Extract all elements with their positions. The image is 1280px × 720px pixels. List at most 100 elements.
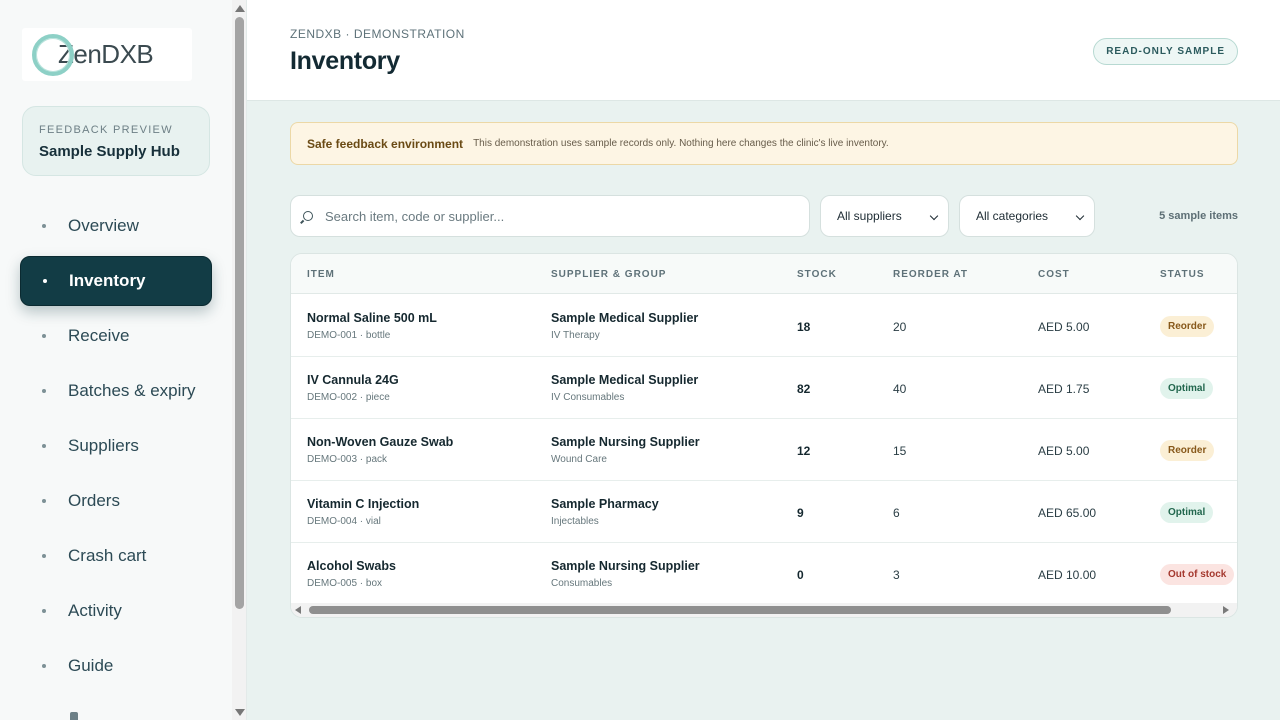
column-header-status[interactable]: STATUS	[1160, 269, 1205, 280]
bullet-icon	[42, 554, 46, 558]
stock-value: 0	[797, 568, 804, 582]
sidebar-item-label: Guide	[68, 656, 114, 675]
sidebar-item-label: Orders	[68, 491, 120, 510]
supplier-name: Sample Nursing Supplier	[551, 435, 700, 449]
sidebar-item-batches-expiry[interactable]: Batches & expiry	[20, 366, 212, 416]
hub-title: Sample Supply Hub	[39, 143, 180, 160]
item-name: IV Cannula 24G	[307, 373, 399, 387]
hub-card: FEEDBACK PREVIEW Sample Supply Hub	[22, 106, 210, 176]
sidebar-item-guide[interactable]: Guide	[20, 641, 212, 691]
reorder-value: 6	[893, 506, 900, 520]
hub-eyebrow: FEEDBACK PREVIEW	[39, 124, 173, 136]
sidebar-item-overview[interactable]: Overview	[20, 201, 212, 251]
bullet-icon	[42, 444, 46, 448]
bullet-icon	[42, 334, 46, 338]
bullet-icon	[42, 224, 46, 228]
sidebar-scrollbar[interactable]	[232, 0, 246, 720]
inventory-table: ITEM SUPPLIER & GROUP STOCK REORDER AT C…	[290, 253, 1238, 618]
supplier-name: Sample Medical Supplier	[551, 373, 699, 387]
supplier-cell: Sample Nursing Supplier Wound Care	[551, 435, 700, 465]
sidebar-item-label: Receive	[68, 326, 130, 345]
sidebar-nav: Overview Inventory Receive Batches & exp…	[20, 201, 212, 696]
item-cell: Non-Woven Gauze Swab DEMO-003 · pack	[307, 435, 453, 465]
column-header-supplier[interactable]: SUPPLIER & GROUP	[551, 269, 666, 280]
notice-title: Safe feedback environment	[307, 136, 464, 151]
supplier-group: IV Consumables	[551, 392, 625, 403]
item-code: DEMO-003 · pack	[307, 454, 388, 465]
item-name: Normal Saline 500 mL	[307, 311, 437, 325]
stock-value: 12	[797, 444, 811, 458]
cost-value: AED 10.00	[1038, 568, 1097, 582]
search-input[interactable]	[325, 208, 795, 224]
sidebar-item-suppliers[interactable]: Suppliers	[20, 421, 212, 471]
status-badge: Out of stock	[1160, 564, 1235, 585]
column-header-reorder[interactable]: REORDER AT	[893, 269, 968, 280]
column-header-stock[interactable]: STOCK	[797, 269, 837, 280]
supplier-group: Consumables	[551, 578, 613, 589]
column-header-item[interactable]: ITEM	[307, 269, 335, 280]
notice-text: This demonstration uses sample records o…	[473, 138, 889, 149]
table-row[interactable]: Vitamin C Injection DEMO-004 · vial Sampl…	[291, 481, 1237, 543]
item-code: DEMO-001 · bottle	[307, 330, 391, 341]
sidebar-item-receive[interactable]: Receive	[20, 311, 212, 361]
supplier-cell: Sample Nursing Supplier Consumables	[551, 559, 700, 589]
logo-ring-icon	[32, 33, 74, 76]
sidebar: ZenDXB FEEDBACK PREVIEW Sample Supply Hu…	[0, 0, 247, 720]
sidebar-item-label: Overview	[68, 216, 139, 235]
supplier-group: IV Therapy	[551, 330, 600, 341]
status-badge: Optimal	[1160, 378, 1214, 399]
sidebar-item-label: Batches & expiry	[68, 381, 196, 400]
item-cell: Alcohol Swabs DEMO-005 · box	[307, 559, 396, 589]
reorder-value: 3	[893, 568, 900, 582]
scrollbar-thumb[interactable]	[235, 17, 244, 609]
search-box[interactable]	[290, 195, 810, 237]
chevron-down-icon	[1075, 211, 1085, 221]
category-select[interactable]: All categories	[959, 195, 1095, 237]
item-cell: Vitamin C Injection DEMO-004 · vial	[307, 497, 419, 527]
table-row[interactable]: Alcohol Swabs DEMO-005 · box Sample Nursi…	[291, 543, 1237, 605]
stock-value: 9	[797, 506, 804, 520]
sidebar-item-label: Crash cart	[68, 546, 147, 565]
supplier-cell: Sample Pharmacy Injectables	[551, 497, 659, 527]
page-header: ZENDXB · DEMONSTRATION Inventory READ-ON…	[247, 0, 1280, 101]
status-badge: Reorder	[1160, 316, 1215, 337]
supplier-name: Sample Medical Supplier	[551, 311, 699, 325]
brand-logo[interactable]: ZenDXB	[22, 28, 192, 81]
scroll-up-arrow-icon[interactable]	[235, 5, 245, 12]
item-code: DEMO-004 · vial	[307, 516, 381, 527]
search-icon	[303, 211, 313, 221]
status-badge: Reorder	[1160, 440, 1215, 461]
bullet-icon	[42, 389, 46, 393]
reorder-value: 40	[893, 382, 907, 396]
cost-value: AED 5.00	[1038, 444, 1090, 458]
scroll-right-arrow-icon[interactable]	[1223, 606, 1229, 614]
sidebar-item-activity[interactable]: Activity	[20, 586, 212, 636]
supplier-name: Sample Pharmacy	[551, 497, 659, 511]
item-cell: IV Cannula 24G DEMO-002 · piece	[307, 373, 399, 403]
bullet-icon	[43, 279, 47, 283]
column-header-cost[interactable]: COST	[1038, 269, 1070, 280]
table-row[interactable]: IV Cannula 24G DEMO-002 · piece Sample Me…	[291, 357, 1237, 419]
scroll-left-arrow-icon[interactable]	[295, 606, 301, 614]
scroll-down-arrow-icon[interactable]	[235, 709, 245, 716]
table-horizontal-scrollbar[interactable]	[291, 603, 1237, 617]
table-row[interactable]: Normal Saline 500 mL DEMO-001 · bottle Sa…	[291, 295, 1237, 357]
supplier-group: Injectables	[551, 516, 599, 527]
cost-value: AED 5.00	[1038, 320, 1090, 334]
bullet-icon	[42, 609, 46, 613]
supplier-select[interactable]: All suppliers	[820, 195, 949, 237]
item-count: 5 sample items	[1159, 210, 1238, 222]
sidebar-item-label: Inventory	[69, 271, 146, 290]
supplier-group: Wound Care	[551, 454, 607, 465]
sidebar-item-crash-cart[interactable]: Crash cart	[20, 531, 212, 581]
item-cell: Normal Saline 500 mL DEMO-001 · bottle	[307, 311, 437, 341]
table-row[interactable]: Non-Woven Gauze Swab DEMO-003 · pack Samp…	[291, 419, 1237, 481]
bullet-icon	[42, 664, 46, 668]
stock-value: 82	[797, 382, 811, 396]
sidebar-item-inventory[interactable]: Inventory	[20, 256, 212, 306]
scrollbar-thumb[interactable]	[309, 606, 1171, 614]
sidebar-item-orders[interactable]: Orders	[20, 476, 212, 526]
cost-value: AED 1.75	[1038, 382, 1090, 396]
category-select-value: All categories	[976, 209, 1049, 223]
item-code: DEMO-005 · box	[307, 578, 383, 589]
